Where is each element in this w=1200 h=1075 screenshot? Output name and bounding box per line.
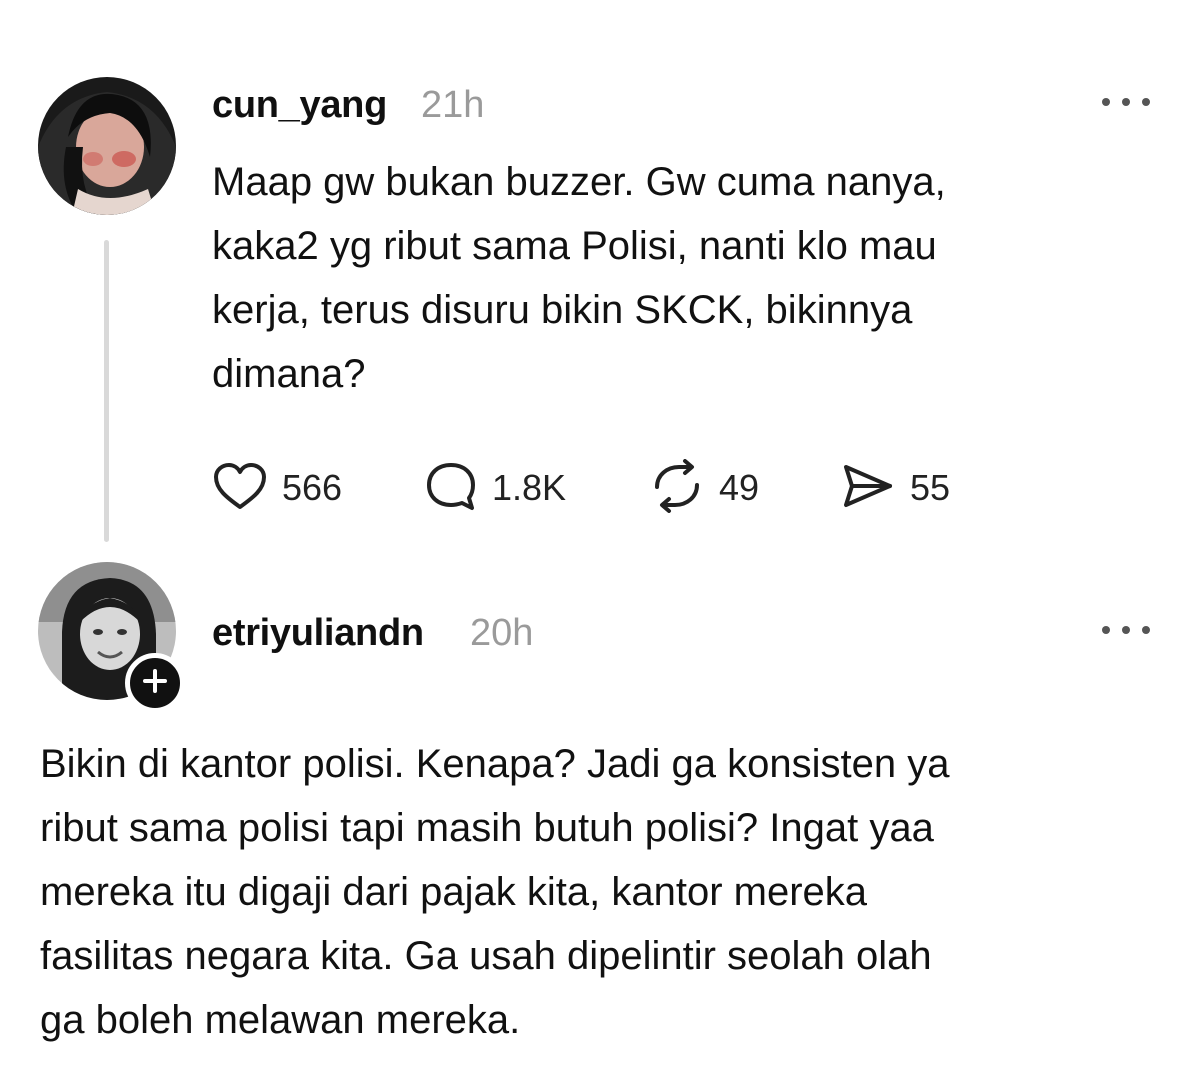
plus-icon xyxy=(141,667,169,700)
follow-button[interactable] xyxy=(125,653,185,713)
thread-line xyxy=(104,240,109,542)
avatar[interactable] xyxy=(38,77,176,215)
post-text: Maap gw bukan buzzer. Gw cuma nanya, kak… xyxy=(212,160,946,396)
comment-icon xyxy=(424,459,478,518)
heart-icon xyxy=(212,461,268,516)
share-icon xyxy=(840,459,896,518)
reply-username[interactable]: etriyuliandn xyxy=(212,612,424,655)
more-icon[interactable] xyxy=(1102,92,1150,112)
post-username[interactable]: cun_yang xyxy=(212,84,387,127)
like-count: 566 xyxy=(282,467,343,508)
post-timestamp: 21h xyxy=(421,84,485,126)
repost-icon xyxy=(649,458,705,518)
like-button[interactable]: 566 xyxy=(212,458,342,518)
reply-text: Bikin di kantor polisi. Kenapa? Jadi ga … xyxy=(40,742,950,1042)
reply-count: 1.8K xyxy=(492,467,567,508)
repost-button[interactable]: 49 xyxy=(649,458,759,518)
more-icon[interactable] xyxy=(1102,620,1150,640)
repost-count: 49 xyxy=(719,467,760,508)
share-count: 55 xyxy=(910,467,951,508)
reply-button[interactable]: 1.8K xyxy=(424,458,566,518)
share-button[interactable]: 55 xyxy=(840,458,950,518)
reply-timestamp: 20h xyxy=(470,612,534,654)
